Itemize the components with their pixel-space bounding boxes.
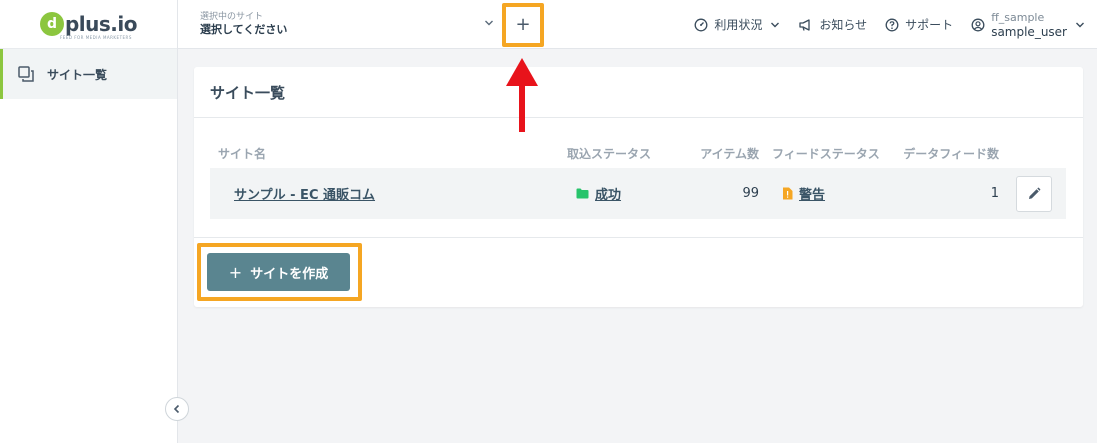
sidebar-item-site-list[interactable]: サイト一覧 (0, 49, 177, 99)
table-header: サイト名 取込ステータス アイテム数 フィードステータス データフィード数 (210, 138, 1066, 168)
column-header-import-status: 取込ステータス (567, 146, 652, 161)
chevron-down-icon (771, 22, 780, 27)
news-label: お知らせ (819, 18, 868, 32)
usage-label: 利用状況 (714, 18, 763, 32)
column-header-datafeed-count: データフィード数 (903, 146, 999, 161)
usage-menu[interactable]: 利用状況 (694, 16, 780, 33)
table-row: サンプル - EC 通販コム 成功 99 警告 1 (210, 168, 1066, 219)
page-title: サイト一覧 (194, 67, 1083, 118)
chevron-down-icon (1076, 22, 1084, 27)
feed-status-link[interactable]: 警告 (799, 184, 825, 203)
user-org: ff_sample (991, 10, 1045, 24)
site-select-value: 選択してください (200, 23, 288, 36)
feed-status[interactable]: 警告 (782, 184, 825, 203)
news-link[interactable]: お知らせ (798, 16, 867, 33)
site-table: サイト名 取込ステータス アイテム数 フィードステータス データフィード数 サン… (210, 138, 1066, 219)
plus-icon: + (515, 14, 531, 35)
logo-text: plus.io (64, 12, 138, 36)
user-circle-icon (971, 18, 985, 31)
sidebar-item-label: サイト一覧 (47, 67, 108, 82)
logo-mark: d plus.io (39, 12, 138, 36)
edit-site-button[interactable] (1016, 176, 1052, 212)
create-site-label: サイトを作成 (250, 266, 329, 282)
support-label: サポート (905, 18, 954, 32)
logo-circle-icon: d (39, 12, 64, 36)
add-site-button[interactable]: + (502, 3, 544, 47)
column-header-item-count: アイテム数 (700, 146, 759, 161)
site-selector[interactable]: 選択中のサイト 選択してください (178, 0, 504, 49)
top-header: 選択中のサイト 選択してください + 利用状況 お知らせ サポート ff_sam… (178, 0, 1097, 49)
import-status[interactable]: 成功 (576, 184, 621, 203)
sidebar: d plus.io FEED FOR MEDIA MARKETERS サイト一覧 (0, 0, 178, 443)
datafeed-count: 1 (990, 186, 999, 201)
site-select-label: 選択中のサイト (200, 12, 264, 22)
user-name: sample_user (991, 24, 1067, 39)
copy-pages-icon (18, 66, 34, 82)
divider (194, 237, 1083, 238)
sidebar-collapse-button[interactable] (165, 397, 189, 421)
site-list-card: サイト一覧 サイト名 取込ステータス アイテム数 フィードステータス データフィ… (194, 67, 1083, 307)
chevron-left-icon (173, 404, 180, 414)
header-right: 利用状況 お知らせ サポート ff_sample sample_user (676, 0, 1085, 49)
user-info: ff_sample sample_user (991, 11, 1067, 39)
support-link[interactable]: サポート (885, 16, 953, 33)
chevron-down-icon (485, 20, 493, 25)
annotation-arrow-up (506, 58, 538, 132)
site-name-link[interactable]: サンプル - EC 通販コム (234, 184, 375, 203)
import-status-link[interactable]: 成功 (595, 184, 621, 203)
item-count: 99 (742, 186, 759, 201)
logo-tagline: FEED FOR MEDIA MARKETERS (60, 35, 132, 40)
folder-icon (576, 188, 589, 199)
warning-file-icon (783, 187, 793, 200)
column-header-feed-status: フィードステータス (772, 146, 880, 161)
plus-icon: + (228, 262, 243, 282)
logo[interactable]: d plus.io FEED FOR MEDIA MARKETERS (0, 0, 177, 49)
question-circle-icon (885, 18, 899, 31)
gauge-icon (694, 18, 708, 31)
megaphone-icon (799, 18, 811, 31)
create-site-button[interactable]: + サイトを作成 (207, 253, 350, 291)
column-header-site-name: サイト名 (218, 146, 267, 161)
user-menu[interactable]: ff_sample sample_user (971, 11, 1085, 39)
pencil-icon (1029, 187, 1041, 199)
